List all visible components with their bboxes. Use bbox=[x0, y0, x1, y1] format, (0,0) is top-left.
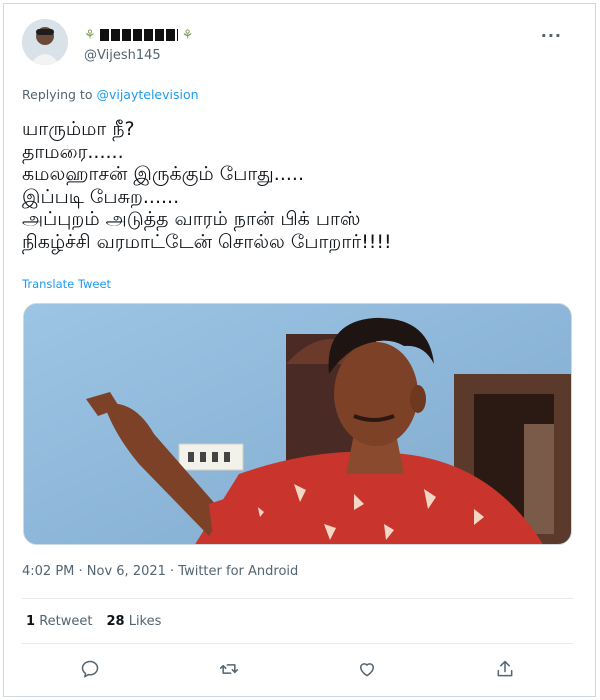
tweet-text: யாரும்மா நீ? தாமரை...... கமலஹாசன் இருக்க… bbox=[22, 118, 392, 253]
tweet-stats: 1 Retweet 28 Likes bbox=[26, 614, 161, 629]
replying-to-mention[interactable]: @vijaytelevision bbox=[96, 87, 198, 102]
more-options-icon[interactable]: ··· bbox=[541, 26, 562, 45]
retweets-label: Retweet bbox=[39, 614, 93, 629]
reply-icon bbox=[81, 660, 99, 678]
tweet-text-line: யாரும்மா நீ? bbox=[22, 118, 135, 140]
tweet-text-line: அப்புறம் அடுத்த வாரம் நான் பிக் பாஸ் bbox=[22, 208, 361, 230]
leaf-icon-right: ⚘ bbox=[181, 27, 194, 43]
tweet-text-line: இப்படி பேசுற...... bbox=[22, 185, 180, 208]
user-handle[interactable]: @Vijesh145 bbox=[84, 48, 161, 63]
redacted-name bbox=[99, 29, 178, 41]
replying-prefix: Replying to bbox=[22, 87, 93, 102]
share-icon bbox=[497, 660, 513, 677]
retweet-button[interactable] bbox=[213, 653, 245, 685]
leaf-icon-left: ⚘ bbox=[84, 27, 96, 43]
translate-tweet-link[interactable]: Translate Tweet bbox=[22, 277, 111, 291]
tweet-media-image[interactable] bbox=[23, 303, 572, 545]
tweet-text-line: தாமரை...... bbox=[22, 140, 124, 163]
retweets-stat[interactable]: 1 Retweet bbox=[26, 614, 92, 629]
tweet-text-line: நிகழ்ச்சி வரமாட்டேன் சொல்ல போறார்!!!! bbox=[22, 230, 392, 253]
avatar[interactable] bbox=[22, 19, 68, 65]
divider bbox=[22, 643, 573, 644]
like-button[interactable] bbox=[351, 653, 383, 685]
retweets-count: 1 bbox=[26, 614, 36, 629]
tweet-actions bbox=[0, 653, 600, 689]
likes-stat[interactable]: 28 Likes bbox=[106, 614, 161, 629]
likes-count: 28 bbox=[106, 614, 125, 629]
replying-to: Replying to @vijaytelevision bbox=[22, 87, 199, 102]
divider bbox=[22, 598, 573, 599]
likes-label: Likes bbox=[128, 614, 162, 629]
share-button[interactable] bbox=[489, 653, 521, 685]
tweet-timestamp[interactable]: 4:02 PM · Nov 6, 2021 · Twitter for Andr… bbox=[22, 564, 298, 579]
tweet-text-line: கமலஹாசன் இருக்கும் போது..... bbox=[22, 163, 304, 185]
display-name[interactable]: ⚘ ⚘ bbox=[84, 27, 193, 43]
retweet-icon bbox=[219, 664, 239, 674]
reply-button[interactable] bbox=[74, 653, 106, 685]
media-photo bbox=[24, 304, 571, 544]
heart-icon bbox=[360, 663, 374, 677]
avatar-image bbox=[22, 19, 68, 65]
